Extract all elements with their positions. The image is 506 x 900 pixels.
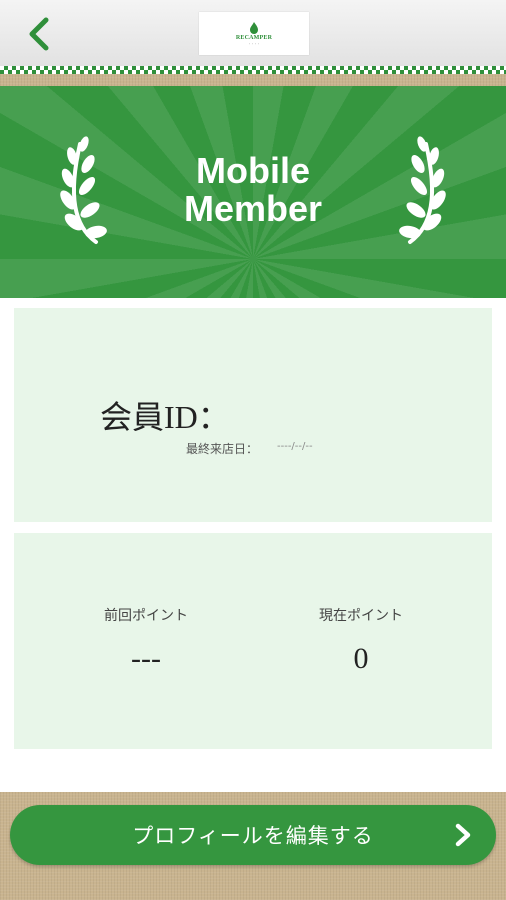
current-points-value: 0	[353, 642, 369, 675]
last-visit-value: ----/--/--	[277, 441, 313, 452]
flame-logo-icon	[250, 22, 258, 34]
points-card	[14, 533, 492, 749]
top-bar: RECAMPER ・・・・	[0, 0, 506, 66]
current-points-label: 現在ポイント	[319, 608, 403, 624]
previous-points-value: ---	[131, 642, 161, 675]
chevron-left-icon	[29, 17, 49, 51]
edit-profile-label: プロフィールを編集する	[132, 824, 374, 848]
brand-logo: RECAMPER ・・・・	[199, 12, 309, 55]
laurel-right-icon	[399, 136, 446, 244]
member-id-card	[14, 308, 492, 522]
previous-points-label: 前回ポイント	[104, 608, 188, 624]
last-visit-label: 最終来店日：	[186, 442, 259, 456]
logo-text: RECAMPER	[235, 35, 273, 41]
member-id-label: 会員ID：	[100, 399, 230, 435]
chevron-right-icon	[455, 823, 471, 847]
back-button[interactable]	[22, 14, 62, 54]
checker-divider	[0, 66, 506, 74]
member-banner: Mobile Member	[0, 86, 506, 298]
edit-profile-button[interactable]: プロフィールを編集する	[10, 805, 496, 865]
logo-subtext: ・・・・	[247, 42, 260, 46]
